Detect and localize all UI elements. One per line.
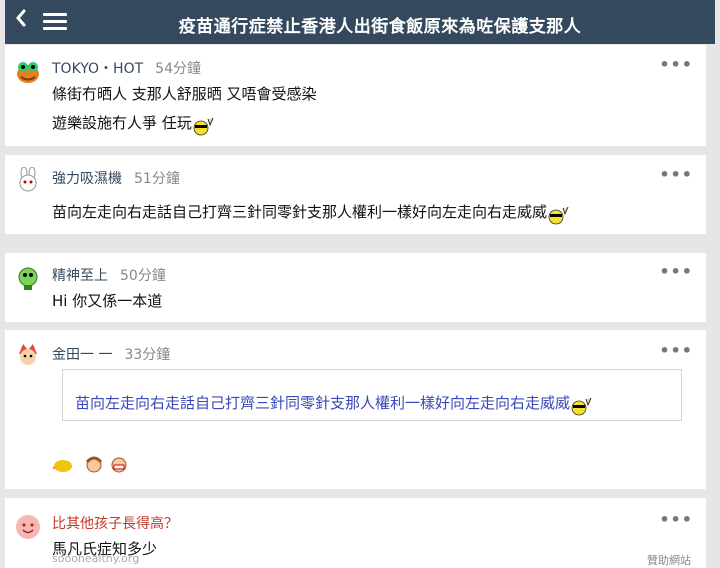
more-options-icon[interactable]: •••	[659, 165, 693, 184]
duck-emoji-icon	[52, 459, 74, 478]
avatar-rabbit[interactable]	[15, 166, 41, 193]
post-1: TOKYO・HOT 54分鐘 ••• 條街冇晒人 支那人舒服晒 又唔會受感染 遊樂…	[5, 45, 706, 146]
thread-title: 疫苗通行症禁止香港人出街食飯原來為咗保護支那人	[178, 17, 582, 37]
ad-title[interactable]: 比其他孩子長得高？	[52, 513, 178, 533]
smiley-icon	[15, 514, 41, 540]
more-options-icon[interactable]: •••	[659, 55, 693, 74]
post-text-line: Hi 你又係一本道	[52, 292, 163, 310]
cool-face-icon	[570, 396, 592, 415]
post-time: 54分鐘	[155, 61, 201, 77]
post-author[interactable]: TOKYO・HOT 54分鐘	[52, 58, 201, 78]
post-author[interactable]: 強力吸濕機 51分鐘	[52, 168, 180, 188]
more-options-icon[interactable]: •••	[659, 262, 693, 281]
sponsored-post[interactable]: 比其他孩子長得高？ ••• 馬凡氏症知多少 sooohealthy.org 贊助…	[5, 498, 706, 568]
post-text-line: 苗向左走向右走話自己打齊三針同零針支那人權利一樣好向左走向右走威威	[52, 201, 569, 224]
post-text-line: 遊樂設施冇人爭 任玩	[52, 112, 214, 135]
post-author[interactable]: 精神至上 50分鐘	[52, 265, 166, 285]
more-options-icon[interactable]: •••	[659, 510, 693, 529]
post-time: 33分鐘	[124, 347, 171, 363]
avatar-frog[interactable]	[15, 59, 41, 85]
top-bar: 疫苗通行症禁止香港人出街食飯原來為咗保護支那人	[5, 0, 715, 44]
avatar-green-creature[interactable]	[15, 265, 41, 291]
post-3: 精神至上 50分鐘 ••• Hi 你又係一本道	[5, 253, 706, 322]
post-author[interactable]: 金田一 一 33分鐘	[52, 344, 170, 364]
cool-face-icon	[547, 205, 569, 224]
quoted-post[interactable]: 苗向左走向右走話自己打齊三針同零針支那人權利一樣好向左走向右走威威	[62, 369, 682, 421]
hair-emoji-icon	[83, 456, 105, 478]
post-time: 51分鐘	[134, 171, 180, 187]
post-time: 50分鐘	[120, 268, 166, 284]
reply-emoji-row	[52, 454, 128, 478]
more-options-icon[interactable]: •••	[659, 341, 693, 360]
grin-emoji-icon	[110, 457, 128, 478]
quote-text: 苗向左走向右走話自己打齊三針同零針支那人權利一樣好向左走向右走威威	[75, 392, 592, 415]
post-4: 金田一 一 33分鐘 ••• 苗向左走向右走話自己打齊三針同零針支那人權利一樣好向…	[5, 330, 706, 489]
avatar-redhead[interactable]	[15, 342, 41, 368]
post-2: 強力吸濕機 51分鐘 ••• 苗向左走向右走話自己打齊三針同零針支那人權利一樣好向…	[5, 155, 706, 234]
ad-source: sooohealthy.org	[52, 552, 140, 565]
post-text-line: 條街冇晒人 支那人舒服晒 又唔會受感染	[52, 85, 317, 103]
cool-face-icon	[192, 116, 214, 135]
